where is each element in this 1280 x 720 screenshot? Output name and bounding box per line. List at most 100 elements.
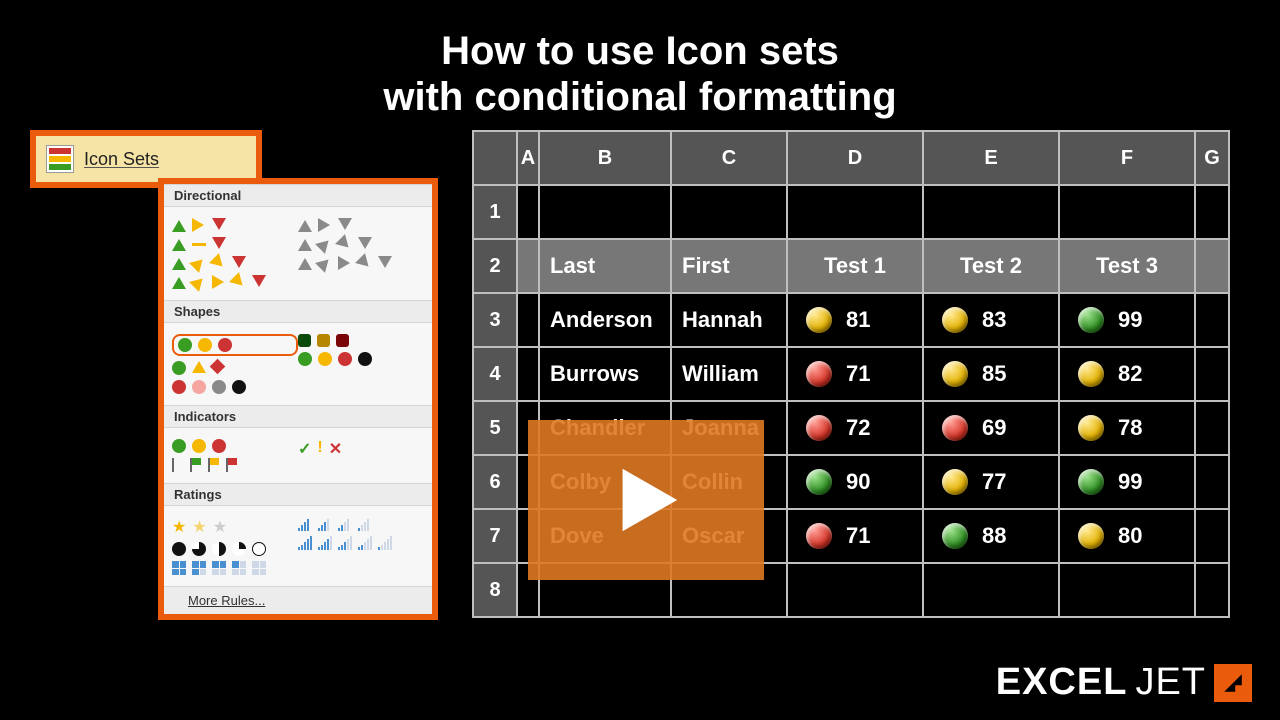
cell-first[interactable]: Hannah [671,293,787,347]
cell[interactable] [671,185,787,239]
cell-score[interactable]: 80 [1059,509,1195,563]
col-E[interactable]: E [923,131,1059,185]
score-value: 99 [1118,307,1142,333]
cell[interactable] [923,563,1059,617]
section-directional: Directional [164,184,432,207]
iconset-3trafficlights-unrimmed[interactable] [172,334,298,356]
cell[interactable] [1195,455,1229,509]
row-hdr-1[interactable]: 1 [473,185,517,239]
iconset-3arrows-gray[interactable] [298,218,424,232]
cell-score[interactable]: 69 [923,401,1059,455]
play-icon [607,461,685,539]
section-indicators: Indicators [164,405,432,428]
hdr-test1[interactable]: Test 1 [787,239,923,293]
play-button[interactable] [528,420,764,580]
iconset-3triangles[interactable] [172,237,298,251]
column-headers: A B C D E F G [473,131,1229,185]
iconset-3flags[interactable]: .flag.g::after{background:#3a9d23} [172,458,298,472]
cell[interactable] [1059,563,1195,617]
row-hdr-5[interactable]: 5 [473,401,517,455]
iconset-5quarters[interactable] [172,542,298,556]
cell[interactable] [517,185,539,239]
col-D[interactable]: D [787,131,923,185]
iconset-3trafficlights-rimmed[interactable] [298,334,424,347]
row-hdr-8[interactable]: 8 [473,563,517,617]
iconsets-icon [46,145,74,173]
iconset-redtoblack[interactable] [172,380,298,394]
iconset-4arrows-gray[interactable] [298,237,424,251]
logo-text-excel: EXCEL [996,661,1128,704]
cell-score[interactable]: 77 [923,455,1059,509]
hdr-first[interactable]: First [671,239,787,293]
iconset-4arrows-colored[interactable] [172,256,298,270]
cell[interactable] [1195,239,1229,293]
cell-score[interactable]: 83 [923,293,1059,347]
iconset-3arrows-colored[interactable] [172,218,298,232]
title-line-2: with conditional formatting [383,75,896,119]
traffic-light-icon [806,469,832,495]
row-hdr-6[interactable]: 6 [473,455,517,509]
hdr-test3[interactable]: Test 3 [1059,239,1195,293]
cell-score[interactable]: 72 [787,401,923,455]
corner-cell[interactable] [473,131,517,185]
cell-last[interactable]: Burrows [539,347,671,401]
cell-score[interactable]: 88 [923,509,1059,563]
iconset-3symbols-circled[interactable] [172,439,298,453]
iconset-5arrows-gray[interactable] [298,256,424,270]
cell[interactable] [539,185,671,239]
cell[interactable] [1059,185,1195,239]
cell-score[interactable]: 99 [1059,455,1195,509]
score-value: 88 [982,523,1006,549]
traffic-light-icon [942,307,968,333]
cell-score[interactable]: 85 [923,347,1059,401]
iconset-5boxes[interactable] [172,561,298,575]
iconset-5arrows-colored[interactable] [172,275,298,289]
iconset-4trafficlights[interactable] [298,352,424,366]
cell[interactable] [1195,293,1229,347]
traffic-light-icon [942,523,968,549]
cell-score[interactable]: 82 [1059,347,1195,401]
cell[interactable] [1195,401,1229,455]
cell-score[interactable]: 71 [787,347,923,401]
section-ratings: Ratings [164,483,432,506]
cell[interactable] [1195,185,1229,239]
traffic-light-icon [1078,307,1104,333]
row-hdr-4[interactable]: 4 [473,347,517,401]
col-A[interactable]: A [517,131,539,185]
iconset-4ratings[interactable] [298,517,424,531]
cell-last[interactable]: Anderson [539,293,671,347]
cell-score[interactable]: 81 [787,293,923,347]
traffic-light-icon [942,415,968,441]
iconset-5ratings[interactable] [298,536,424,550]
hdr-last[interactable]: Last [539,239,671,293]
cell-score[interactable]: 90 [787,455,923,509]
cell[interactable] [1195,563,1229,617]
traffic-light-icon [942,469,968,495]
iconset-3signs[interactable] [172,361,298,375]
cell[interactable] [787,185,923,239]
score-value: 99 [1118,469,1142,495]
cell[interactable] [1195,509,1229,563]
col-G[interactable]: G [1195,131,1229,185]
cell-score[interactable]: 99 [1059,293,1195,347]
row-hdr-2[interactable]: 2 [473,239,517,293]
cell[interactable] [517,239,539,293]
cell-score[interactable]: 71 [787,509,923,563]
cell[interactable] [517,293,539,347]
iconset-3stars[interactable]: ★★★ [172,517,298,537]
cell[interactable] [923,185,1059,239]
iconset-3symbols-uncircled[interactable]: ✓!✕ [298,439,424,459]
hdr-test2[interactable]: Test 2 [923,239,1059,293]
score-value: 83 [982,307,1006,333]
cell-first[interactable]: William [671,347,787,401]
col-B[interactable]: B [539,131,671,185]
row-hdr-3[interactable]: 3 [473,293,517,347]
cell[interactable] [1195,347,1229,401]
more-rules-link[interactable]: More Rules... [164,586,432,614]
col-C[interactable]: C [671,131,787,185]
cell[interactable] [517,347,539,401]
row-hdr-7[interactable]: 7 [473,509,517,563]
cell-score[interactable]: 78 [1059,401,1195,455]
cell[interactable] [787,563,923,617]
col-F[interactable]: F [1059,131,1195,185]
